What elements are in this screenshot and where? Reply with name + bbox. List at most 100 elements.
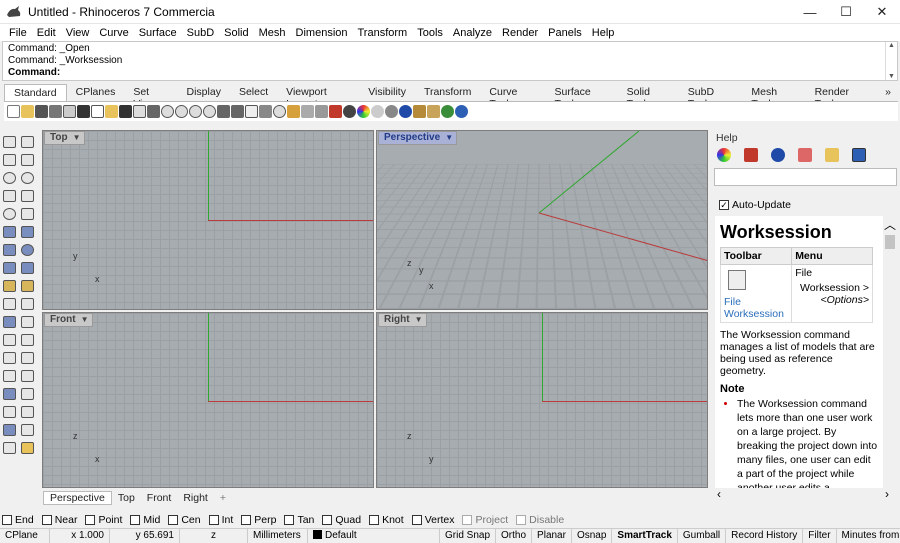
help-icon[interactable] xyxy=(455,105,468,118)
join-icon[interactable] xyxy=(3,316,16,328)
tab-subd-tools[interactable]: SubD Tools xyxy=(679,84,743,101)
osnap-point[interactable]: Point xyxy=(85,514,122,526)
maximize-button[interactable]: ☐ xyxy=(828,0,864,24)
dimension-icon[interactable] xyxy=(21,388,34,400)
tab-render-tools[interactable]: Render Tools xyxy=(806,84,877,101)
options-gear-icon[interactable] xyxy=(413,105,426,118)
viewport-label-front[interactable]: Front ▼ xyxy=(44,313,93,327)
menu-panels[interactable]: Panels xyxy=(543,27,587,39)
viewport-tab-right[interactable]: Right xyxy=(177,492,214,504)
show-objects-icon[interactable] xyxy=(301,105,314,118)
menu-edit[interactable]: Edit xyxy=(32,27,61,39)
shaded-sphere-icon[interactable] xyxy=(371,105,384,118)
viewport-tab-perspective[interactable]: Perspective xyxy=(43,491,112,505)
viewport-tab-front[interactable]: Front xyxy=(141,492,178,504)
viewport-right[interactable]: Right ▼ z y xyxy=(376,312,708,488)
render-panel-icon[interactable] xyxy=(771,148,785,162)
osnap-checkbox[interactable] xyxy=(209,515,219,525)
tab-solid-tools[interactable]: Solid Tools xyxy=(618,84,679,101)
analyze-icon[interactable] xyxy=(3,424,16,436)
tab-transform[interactable]: Transform xyxy=(415,84,480,101)
properties-color-icon[interactable] xyxy=(717,148,731,162)
offset-icon[interactable] xyxy=(3,334,16,346)
light-bulb-icon[interactable] xyxy=(287,105,300,118)
zoom-window-icon[interactable] xyxy=(175,105,188,118)
tab-cplanes[interactable]: CPlanes xyxy=(67,84,125,101)
viewport-front[interactable]: Front ▼ z x xyxy=(42,312,374,488)
help-panel-icon[interactable] xyxy=(852,148,866,162)
viewport-perspective[interactable]: Perspective ▼ z y x xyxy=(376,130,708,310)
zoom-extents-icon[interactable] xyxy=(189,105,202,118)
status-filter[interactable]: Filter xyxy=(803,529,836,543)
lock-icon[interactable] xyxy=(315,105,328,118)
point-icon[interactable] xyxy=(21,136,34,148)
menu-surface[interactable]: Surface xyxy=(134,27,182,39)
osnap-mid[interactable]: Mid xyxy=(130,514,160,526)
osnap-checkbox[interactable] xyxy=(369,515,379,525)
status-cplane[interactable]: CPlane xyxy=(0,529,50,543)
menu-view[interactable]: View xyxy=(61,27,95,39)
polyline-icon[interactable] xyxy=(3,154,16,166)
extend-icon[interactable] xyxy=(21,334,34,346)
check-objects-icon[interactable] xyxy=(441,105,454,118)
array-icon[interactable] xyxy=(3,370,16,382)
drafting-icon[interactable] xyxy=(21,442,34,454)
toolbar-link-file[interactable]: File xyxy=(724,296,788,308)
osnap-quad[interactable]: Quad xyxy=(322,514,361,526)
block-icon[interactable] xyxy=(21,406,34,418)
menu-file[interactable]: File xyxy=(4,27,32,39)
tabs-more-button[interactable]: » xyxy=(876,84,900,101)
layer-icon[interactable] xyxy=(329,105,342,118)
osnap-int[interactable]: Int xyxy=(209,514,234,526)
polygon-icon[interactable] xyxy=(3,190,16,202)
group-icon[interactable] xyxy=(3,388,16,400)
color-wheel-icon[interactable] xyxy=(357,105,370,118)
menu-transform[interactable]: Transform xyxy=(353,27,413,39)
mirror-icon[interactable] xyxy=(21,370,34,382)
circle-icon[interactable] xyxy=(3,172,16,184)
tab-standard[interactable]: Standard xyxy=(4,84,67,101)
trim-icon[interactable] xyxy=(3,298,16,310)
sphere-icon[interactable] xyxy=(21,244,34,256)
settings-gears-icon[interactable] xyxy=(427,105,440,118)
scroll-down-icon[interactable]: ▼ xyxy=(888,73,895,80)
osnap-checkbox[interactable] xyxy=(85,515,95,525)
osnap-knot[interactable]: Knot xyxy=(369,514,404,526)
osnap-checkbox[interactable] xyxy=(168,515,178,525)
menu-dimension[interactable]: Dimension xyxy=(291,27,353,39)
osnap-checkbox[interactable] xyxy=(284,515,294,525)
tab-display[interactable]: Display xyxy=(178,84,230,101)
tab-surface-tools[interactable]: Surface Tools xyxy=(546,84,618,101)
osnap-near[interactable]: Near xyxy=(42,514,78,526)
checkmark-icon[interactable] xyxy=(21,424,34,436)
tab-select[interactable]: Select xyxy=(230,84,277,101)
command-prompt[interactable]: Command: xyxy=(8,67,60,78)
tab-set-view[interactable]: Set View xyxy=(124,84,177,101)
curve-icon[interactable] xyxy=(21,154,34,166)
loft-icon[interactable] xyxy=(21,226,34,238)
osnap-checkbox[interactable] xyxy=(42,515,52,525)
menu-solid[interactable]: Solid xyxy=(219,27,253,39)
tab-curve-tools[interactable]: Curve Tools xyxy=(480,84,545,101)
pan-hand-icon[interactable] xyxy=(133,105,146,118)
menu-subd[interactable]: SubD xyxy=(182,27,220,39)
boolean-icon[interactable] xyxy=(3,280,16,292)
menu-mesh[interactable]: Mesh xyxy=(254,27,291,39)
viewport-top[interactable]: Top ▼ y x xyxy=(42,130,374,310)
help-scrollbar-vertical[interactable]: ︿ xyxy=(883,216,897,488)
libraries-icon[interactable] xyxy=(798,148,812,162)
cut-icon[interactable] xyxy=(77,105,90,118)
scroll-thumb[interactable] xyxy=(885,235,895,249)
osnap-checkbox[interactable] xyxy=(130,515,140,525)
status-smarttrack[interactable]: SmartTrack xyxy=(612,529,677,543)
zoom-selected-icon[interactable] xyxy=(203,105,216,118)
osnap-checkbox[interactable] xyxy=(2,515,12,525)
print-icon[interactable] xyxy=(49,105,62,118)
ellipse-icon[interactable] xyxy=(21,172,34,184)
viewport-label-right[interactable]: Right ▼ xyxy=(378,313,427,327)
osnap-checkbox[interactable] xyxy=(412,515,422,525)
render-tool-icon[interactable] xyxy=(3,442,16,454)
render-sphere-icon[interactable] xyxy=(399,105,412,118)
status-gumball[interactable]: Gumball xyxy=(678,529,726,543)
scroll-up-icon[interactable]: ▲ xyxy=(888,42,895,49)
